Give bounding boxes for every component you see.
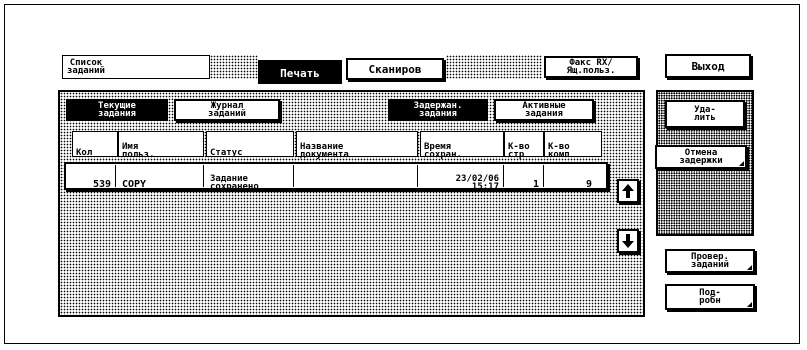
exit-button[interactable]: Выход [665, 54, 751, 78]
delete-label: Уда- лить [694, 105, 716, 123]
column-header-copies-text: К-во комп [548, 142, 570, 160]
column-header-time-text: Время сохран. [424, 142, 462, 160]
row-copies-text: 9 [585, 179, 592, 190]
fax-user-box-button[interactable]: Факс RX/ Ящ.польз. [544, 56, 638, 78]
job-log-label: Журнал заданий [208, 101, 246, 119]
details-button[interactable]: Под- робн [665, 284, 755, 310]
cancel-hold-label: Отмена задержки [679, 148, 723, 166]
current-jobs-label: Текущие задания [98, 101, 136, 119]
corner-icon [747, 302, 752, 307]
tab-active-jobs[interactable]: Активные задания [494, 99, 594, 121]
column-header-num: Кол [72, 131, 118, 158]
corner-icon [747, 265, 752, 270]
arrow-down-icon [622, 234, 634, 248]
column-header-user: Имя польз. [118, 131, 204, 160]
column-header-copies: К-во комп [544, 131, 602, 160]
column-header-user-text: Имя польз. [122, 142, 155, 160]
job-list-panel [58, 90, 645, 317]
column-header-num-text: Кол [76, 148, 93, 158]
scroll-down-button[interactable] [617, 229, 639, 253]
tab-job-log[interactable]: Журнал заданий [174, 99, 280, 121]
row-user: COPY [118, 165, 204, 190]
tab-scan[interactable]: Сканиров [346, 58, 444, 80]
row-status: Задание сохранено [206, 165, 294, 192]
tab-current-jobs[interactable]: Текущие задания [66, 99, 168, 121]
column-header-pages: К-во стр [504, 131, 544, 160]
delete-button[interactable]: Уда- лить [665, 100, 745, 128]
row-time: 23/02/06 15:17 [420, 165, 504, 192]
details-label: Под- робн [699, 288, 721, 306]
row-num-text: 539 [92, 179, 111, 190]
active-jobs-label: Активные задания [522, 101, 566, 119]
column-header-status: Статус [206, 131, 294, 158]
cancel-hold-button[interactable]: Отмена задержки [655, 145, 747, 169]
header-fill-2 [446, 55, 542, 79]
column-header-time: Время сохран. [420, 131, 504, 160]
tab-scan-label: Сканиров [368, 62, 422, 76]
tab-print-label: Печать [280, 66, 320, 80]
row-docname [296, 165, 418, 187]
held-jobs-label: Задержан. задания [413, 101, 463, 119]
check-jobs-label: Провер. заданий [691, 252, 729, 270]
fax-user-box-label: Факс RX/ Ящ.польз. [566, 58, 616, 76]
exit-label: Выход [691, 59, 725, 73]
row-pages-text: 1 [532, 179, 539, 190]
row-pages: 1 [504, 165, 544, 190]
column-header-docname: Название документа [296, 131, 418, 160]
column-header-docname-text: Название документа [300, 142, 349, 160]
column-header-status-text: Статус [210, 148, 243, 158]
row-status-text: Задание сохранено [210, 174, 259, 192]
check-jobs-button[interactable]: Провер. заданий [665, 249, 755, 273]
row-num: 539 [72, 165, 116, 190]
job-list-title-text: Список заданий [67, 58, 105, 76]
scroll-up-button[interactable] [617, 179, 639, 203]
tab-print[interactable]: Печать [258, 60, 342, 84]
row-user-text: COPY [122, 179, 147, 190]
row-copies: 9 [544, 165, 600, 190]
tab-held-jobs[interactable]: Задержан. задания [388, 99, 488, 121]
job-list-title: Список заданий [62, 55, 210, 79]
header-fill [210, 55, 258, 79]
arrow-up-icon [622, 184, 634, 198]
corner-icon [739, 161, 744, 166]
